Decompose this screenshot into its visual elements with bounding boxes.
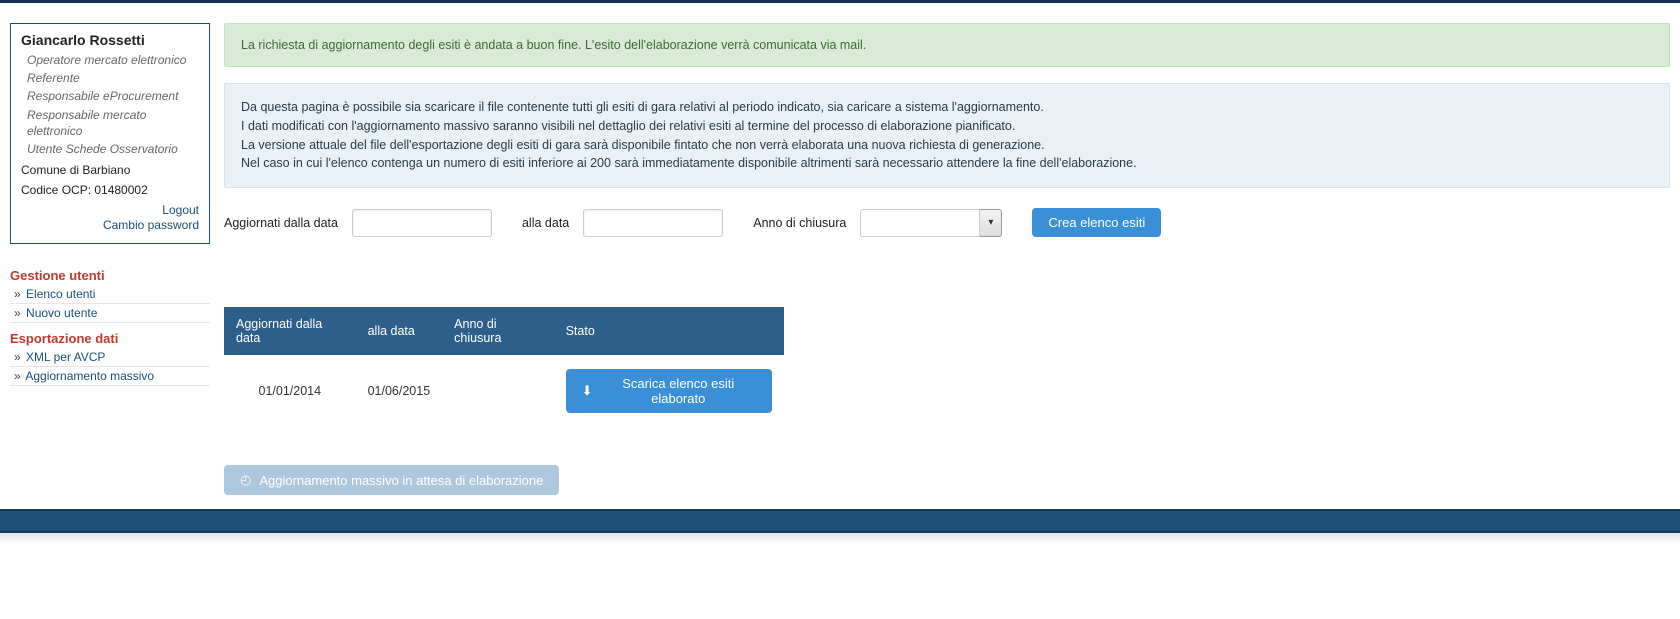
col-status: Stato (554, 307, 784, 355)
chevron-right-icon: » (14, 369, 19, 383)
cell-status: ⬇ Scarica elenco esiti elaborato (554, 355, 784, 421)
nav-section-gestione-utenti: Gestione utenti (10, 268, 210, 283)
cell-from: 01/01/2014 (224, 355, 356, 421)
user-role: Utente Schede Osservatorio (21, 141, 199, 157)
user-role: Referente (21, 70, 199, 86)
nav-link-label: Elenco utenti (26, 287, 95, 301)
nav-elenco-utenti[interactable]: » Elenco utenti (10, 285, 210, 304)
nav-link-label: XML per AVCP (26, 350, 105, 364)
user-role: Operatore mercato elettronico (21, 52, 199, 68)
user-name: Giancarlo Rossetti (21, 32, 199, 48)
mass-update-pending-button[interactable]: ◴ Aggiornamento massivo in attesa di ela… (224, 465, 559, 495)
filter-to-input[interactable] (583, 209, 723, 237)
nav-nuovo-utente[interactable]: » Nuovo utente (10, 304, 210, 323)
chevron-right-icon: » (14, 350, 19, 364)
download-icon: ⬇ (582, 383, 593, 399)
col-to: alla data (356, 307, 443, 355)
col-year: Anno di chiusura (442, 307, 553, 355)
info-box: Da questa pagina è possibile sia scarica… (224, 83, 1670, 188)
chevron-right-icon: » (14, 287, 19, 301)
results-table: Aggiornati dalla data alla data Anno di … (224, 307, 784, 421)
nav-link-label: Nuovo utente (26, 306, 97, 320)
success-alert: La richiesta di aggiornamento degli esit… (224, 23, 1670, 67)
change-password-link[interactable]: Cambio password (21, 218, 199, 232)
cell-to: 01/06/2015 (356, 355, 443, 421)
chevron-right-icon: » (14, 306, 19, 320)
button-label: Scarica elenco esiti elaborato (600, 376, 756, 406)
filter-from-group: Aggiornati dalla data (224, 209, 492, 237)
table-row: 01/01/2014 01/06/2015 ⬇ Scarica elenco e… (224, 355, 784, 421)
footer-shadow (0, 533, 1680, 545)
nav-aggiornamento-massivo[interactable]: » Aggiornamento massivo (10, 367, 210, 386)
create-list-button[interactable]: Crea elenco esiti (1032, 208, 1161, 237)
nav-xml-per-avcp[interactable]: » XML per AVCP (10, 348, 210, 367)
filter-to-label: alla data (522, 216, 569, 230)
filter-from-label: Aggiornati dalla data (224, 216, 338, 230)
filter-year-label: Anno di chiusura (753, 216, 846, 230)
user-org-code: Codice OCP: 01480002 (21, 183, 199, 197)
nav-section-esportazione-dati: Esportazione dati (10, 331, 210, 346)
chevron-down-icon[interactable]: ▾ (980, 209, 1002, 237)
info-line: Nel caso in cui l'elenco contenga un num… (241, 154, 1653, 173)
user-org-name: Comune di Barbiano (21, 163, 199, 177)
download-results-button[interactable]: ⬇ Scarica elenco esiti elaborato (566, 369, 772, 413)
info-line: La versione attuale del file dell'esport… (241, 136, 1653, 155)
nav-link-label: Aggiornamento massivo (25, 369, 154, 383)
main-content: La richiesta di aggiornamento degli esit… (224, 23, 1670, 509)
user-role: Responsabile eProcurement (21, 88, 199, 104)
user-box: Giancarlo Rossetti Operatore mercato ele… (10, 23, 210, 244)
col-from: Aggiornati dalla data (224, 307, 356, 355)
footer-bar (0, 509, 1680, 533)
filter-year-select[interactable] (860, 209, 980, 237)
button-label: Aggiornamento massivo in attesa di elabo… (259, 473, 543, 488)
filter-to-group: alla data (522, 209, 723, 237)
info-line: Da questa pagina è possibile sia scarica… (241, 98, 1653, 117)
info-line: I dati modificati con l'aggiornamento ma… (241, 117, 1653, 136)
logout-link[interactable]: Logout (21, 203, 199, 217)
filter-year-group: Anno di chiusura ▾ (753, 209, 1002, 237)
cell-year (442, 355, 553, 421)
table-header-row: Aggiornati dalla data alla data Anno di … (224, 307, 784, 355)
sidebar-nav: Gestione utenti » Elenco utenti » Nuovo … (10, 268, 210, 386)
user-role: Responsabile mercato elettronico (21, 107, 199, 139)
clock-icon: ◴ (240, 472, 251, 488)
sidebar: Giancarlo Rossetti Operatore mercato ele… (10, 23, 210, 386)
filter-from-input[interactable] (352, 209, 492, 237)
filter-row: Aggiornati dalla data alla data Anno di … (224, 208, 1670, 237)
button-label: Crea elenco esiti (1048, 215, 1145, 230)
